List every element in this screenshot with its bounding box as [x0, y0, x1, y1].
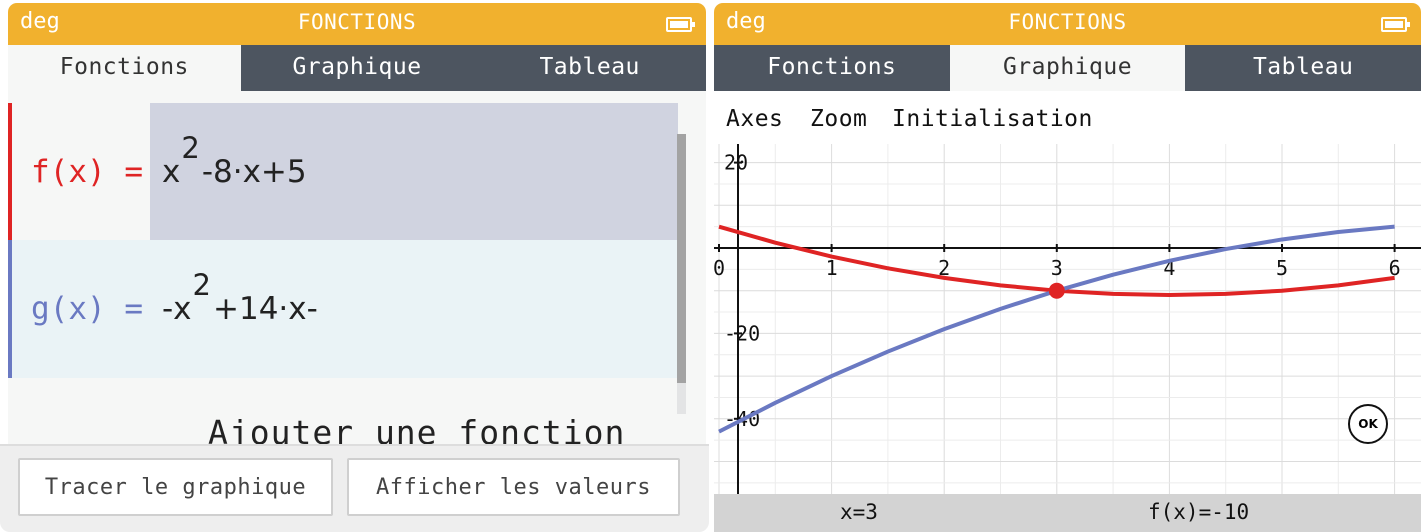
function-row-g[interactable]: g(x) = -x 2 +14·x- [8, 240, 678, 378]
x-tick-label: 1 [826, 256, 838, 280]
function-row-f[interactable]: f(x) = x 2 -8·x+5 [8, 103, 678, 240]
tab-tableau[interactable]: Tableau [473, 45, 706, 91]
x-tick-label: 0 [714, 256, 725, 280]
x-tick-label: 6 [1389, 256, 1401, 280]
app-title: FONCTIONS [297, 10, 417, 34]
graph-screen: deg FONCTIONS Fonctions Graphique Tablea… [714, 0, 1421, 532]
function-name-f: f(x) = [31, 153, 143, 190]
expression-exponent: 2 [192, 268, 211, 302]
cursor-point [1048, 282, 1065, 299]
function-expression-f[interactable]: x 2 -8·x+5 [150, 103, 678, 240]
ok-button[interactable]: OK [1348, 404, 1388, 444]
function-expression-g[interactable]: -x 2 +14·x- [150, 240, 678, 378]
tab-tableau[interactable]: Tableau [1185, 45, 1421, 91]
expression-base: x [162, 153, 181, 190]
expression-rest: -8·x+5 [201, 153, 307, 190]
plot-graph-button[interactable]: Tracer le graphique [18, 458, 333, 516]
title-bar: deg FONCTIONS [8, 3, 706, 45]
battery-icon [1381, 17, 1410, 32]
tab-graphique[interactable]: Graphique [949, 45, 1186, 91]
x-tick-label: 5 [1276, 256, 1288, 280]
expression-exponent: 2 [181, 130, 200, 165]
function-color-bar [8, 103, 12, 240]
cursor [1048, 282, 1065, 299]
grid [714, 144, 1421, 494]
tab-bar: Fonctions Graphique Tableau [8, 45, 706, 91]
y-tick-label: -20 [724, 321, 760, 345]
menu-zoom[interactable]: Zoom [810, 106, 867, 132]
expression-rest: +14·x- [213, 291, 318, 327]
x-tick-label: 3 [1051, 256, 1063, 280]
button-area: Tracer le graphique Afficher les valeurs [0, 444, 709, 532]
graph-canvas[interactable]: 012345620-20-40-60 [714, 144, 1421, 494]
scrollbar-thumb[interactable] [677, 134, 686, 383]
cursor-x-readout: x=3 [840, 500, 878, 524]
show-values-button[interactable]: Afficher les valeurs [347, 458, 680, 516]
tab-graphique[interactable]: Graphique [241, 45, 474, 91]
graph-menu: Axes Zoom Initialisation [714, 91, 1421, 144]
status-bar: x=3 f(x)=-10 [714, 494, 1421, 532]
function-color-bar [8, 240, 12, 378]
expression-base: -x [162, 291, 192, 327]
functions-screen: deg FONCTIONS Fonctions Graphique Tablea… [0, 0, 709, 532]
menu-initialisation[interactable]: Initialisation [892, 106, 1093, 132]
menu-axes[interactable]: Axes [726, 106, 783, 132]
y-tick-label: 20 [724, 151, 748, 175]
battery-icon [666, 17, 695, 32]
scrollbar[interactable] [677, 134, 686, 414]
cursor-value-readout: f(x)=-10 [1148, 500, 1250, 524]
tick-labels: 012345620-20-40-60 [714, 151, 1401, 494]
tab-fonctions[interactable]: Fonctions [714, 45, 950, 91]
title-bar: deg FONCTIONS [714, 3, 1421, 45]
app-title: FONCTIONS [1008, 10, 1127, 34]
tab-fonctions[interactable]: Fonctions [8, 45, 241, 91]
tab-bar: Fonctions Graphique Tableau [714, 45, 1421, 91]
axes [714, 144, 1421, 494]
function-name-g: g(x) = [31, 291, 143, 327]
